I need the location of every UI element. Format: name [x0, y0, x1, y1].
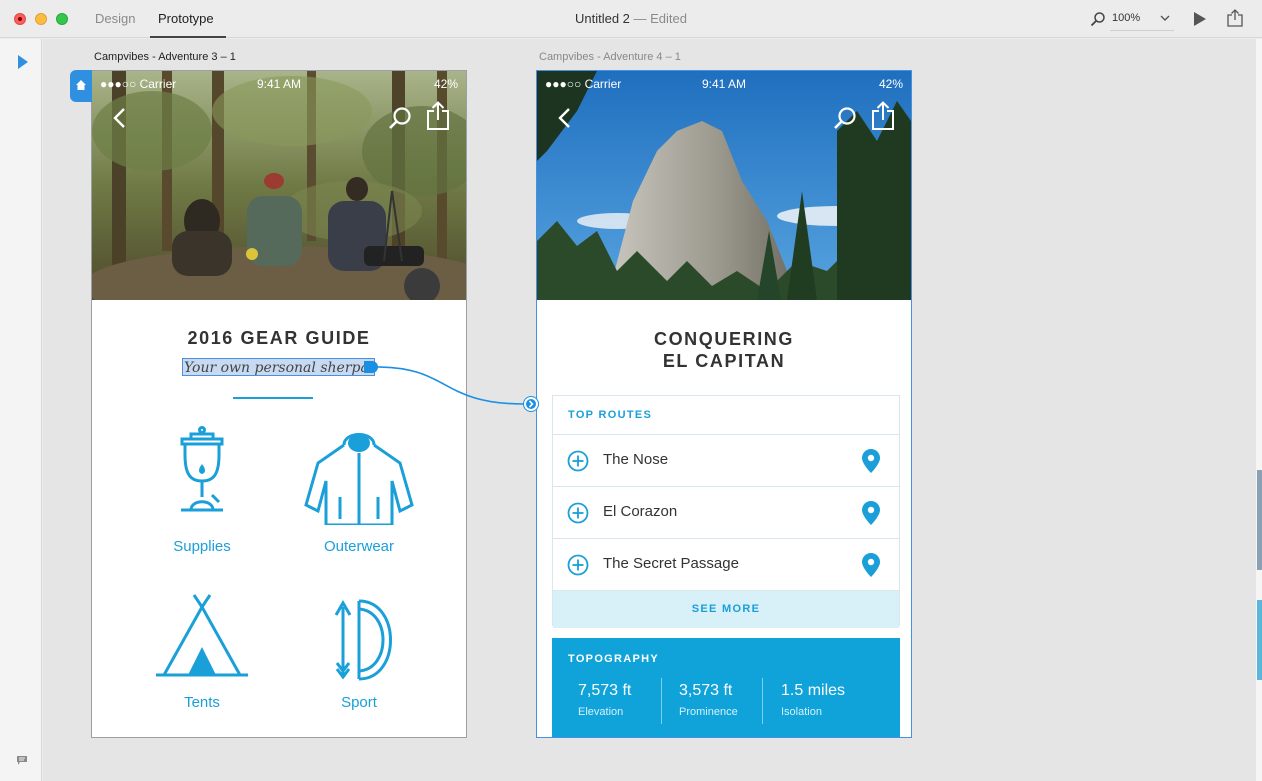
- topography-header: TOPOGRAPHY: [568, 653, 660, 665]
- select-tool-icon[interactable]: [17, 55, 29, 69]
- stat-value: 1.5 miles: [781, 682, 846, 699]
- category-label: Outerwear: [323, 538, 395, 555]
- map-pin-icon[interactable]: [862, 449, 880, 473]
- stat-divider: [661, 678, 662, 724]
- home-artboard-marker[interactable]: [70, 70, 92, 102]
- artboard-adventure-4[interactable]: ●●●○○ Carrier 9:41 AM 42% CONQUERING EL …: [536, 70, 912, 738]
- lantern-icon: [180, 426, 224, 512]
- page-title: 2016 GEAR GUIDE: [187, 328, 371, 348]
- tent-icon: [156, 594, 248, 677]
- share-icon[interactable]: [1227, 9, 1243, 27]
- category-label: Supplies: [173, 538, 231, 555]
- page-title-line: EL CAPITAN: [662, 351, 786, 371]
- route-name: El Corazon: [603, 503, 678, 520]
- status-time: 9:41 AM: [256, 77, 302, 91]
- comment-icon[interactable]: [16, 755, 28, 766]
- subtitle-text[interactable]: Your own personal sherpa.: [184, 360, 373, 376]
- stat-elevation: 7,573 ft Elevation: [578, 682, 678, 718]
- document-title: Untitled 2 — Edited: [0, 11, 1262, 26]
- battery-label: 42%: [433, 77, 458, 91]
- jacket-icon: [304, 433, 414, 525]
- topography-card: TOPOGRAPHY 7,573 ft Elevation 3,573 ft P…: [552, 638, 900, 737]
- canvas-edge-thumbnail: [1257, 600, 1262, 680]
- back-chevron-icon[interactable]: [112, 107, 128, 129]
- stat-label: Isolation: [781, 706, 822, 718]
- top-routes-header: TOP ROUTES: [553, 396, 899, 435]
- status-bar: ●●●○○ Carrier 9:41 AM 42%: [92, 71, 466, 93]
- artboard-label[interactable]: Campvibes - Adventure 3 – 1: [94, 51, 236, 63]
- stat-label: Prominence: [679, 706, 738, 718]
- artboard-adventure-3[interactable]: ●●●○○ Carrier 9:41 AM 42% 2016 GEAR GUID…: [91, 70, 467, 738]
- category-label: Tents: [184, 694, 220, 711]
- route-name: The Nose: [603, 451, 669, 468]
- artboard-label[interactable]: Campvibes - Adventure 4 – 1: [539, 51, 681, 63]
- window-titlebar: Design Prototype Untitled 2 — Edited 100…: [0, 0, 1262, 38]
- page-title-line: CONQUERING: [653, 329, 794, 349]
- zoom-level-field[interactable]: 100%: [1112, 12, 1140, 24]
- chevron-down-icon[interactable]: [1160, 13, 1170, 23]
- see-more-button[interactable]: SEE MORE: [553, 591, 899, 628]
- stat-isolation: 1.5 miles Isolation: [781, 682, 881, 718]
- status-time: 9:41 AM: [701, 77, 747, 91]
- stat-value: 3,573 ft: [679, 682, 733, 699]
- status-bar: ●●●○○ Carrier 9:41 AM 42%: [537, 71, 911, 93]
- add-circle-icon[interactable]: [567, 554, 589, 576]
- play-icon[interactable]: [1193, 12, 1207, 26]
- map-pin-icon[interactable]: [862, 553, 880, 577]
- hero-image-campers[interactable]: ●●●○○ Carrier 9:41 AM 42%: [92, 71, 466, 300]
- search-icon[interactable]: [1090, 11, 1106, 27]
- search-icon[interactable]: [833, 106, 857, 130]
- title-divider: [233, 397, 313, 399]
- add-circle-icon[interactable]: [567, 502, 589, 524]
- top-routes-card: TOP ROUTES The Nose El Corazon The Secre…: [552, 395, 900, 628]
- category-outerwear[interactable]: Outerwear: [289, 425, 429, 555]
- stat-prominence: 3,573 ft Prominence: [679, 682, 779, 718]
- back-chevron-icon[interactable]: [557, 107, 573, 129]
- chevron-right-icon: [528, 400, 534, 408]
- bow-and-arrow-icon: [334, 599, 392, 681]
- search-icon[interactable]: [388, 106, 412, 130]
- prototype-link-handle[interactable]: [364, 361, 378, 373]
- page-title: CONQUERING EL CAPITAN: [537, 328, 911, 372]
- category-label: Sport: [341, 694, 377, 711]
- stat-divider: [762, 678, 763, 724]
- battery-label: 42%: [878, 77, 903, 91]
- category-tents[interactable]: Tents: [132, 591, 272, 711]
- active-tab-indicator: [150, 36, 226, 38]
- route-row[interactable]: The Nose: [553, 435, 899, 487]
- add-circle-icon[interactable]: [567, 450, 589, 472]
- route-row[interactable]: El Corazon: [553, 487, 899, 539]
- share-icon[interactable]: [871, 101, 895, 131]
- route-row[interactable]: The Secret Passage: [553, 539, 899, 591]
- map-pin-icon[interactable]: [862, 501, 880, 525]
- stat-value: 7,573 ft: [578, 682, 632, 699]
- route-name: The Secret Passage: [603, 555, 739, 572]
- document-status: — Edited: [629, 11, 687, 26]
- document-name: Untitled 2: [574, 11, 630, 26]
- prototype-target-arrow[interactable]: [524, 397, 538, 411]
- share-icon[interactable]: [426, 101, 450, 131]
- stat-label: Elevation: [578, 706, 624, 718]
- tool-sidebar: [0, 39, 42, 781]
- hero-image-el-capitan[interactable]: ●●●○○ Carrier 9:41 AM 42%: [537, 71, 911, 300]
- zoom-field-underline: [1110, 30, 1174, 31]
- home-icon: [76, 80, 86, 90]
- category-supplies[interactable]: Supplies: [132, 425, 272, 555]
- subtitle-selection[interactable]: Your own personal sherpa.: [182, 358, 376, 376]
- category-sport[interactable]: Sport: [289, 599, 429, 711]
- canvas-edge-thumbnail: [1257, 470, 1262, 570]
